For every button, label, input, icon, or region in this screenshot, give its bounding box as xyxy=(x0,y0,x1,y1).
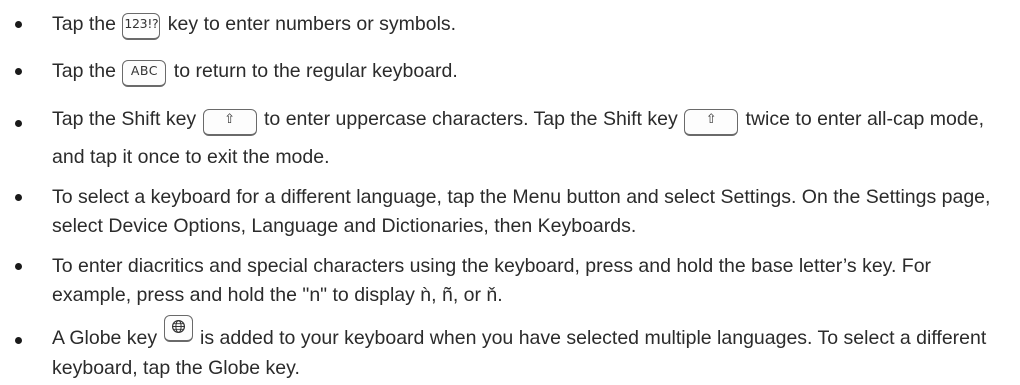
list-item-language-keyboard: To select a keyboard for a different lan… xyxy=(0,183,1002,241)
globe-icon-glyph xyxy=(171,319,185,334)
list-item-globe-key: A Globe key is added to your keyboard wh… xyxy=(0,315,1002,383)
list-item-text: To select a keyboard for a different lan… xyxy=(52,186,991,237)
numbers-symbols-key-icon: 123!? xyxy=(122,13,161,40)
globe-icon xyxy=(163,315,193,342)
shift-key-icon: ⇧ xyxy=(202,109,257,136)
list-item-text: Tap the xyxy=(52,13,122,35)
document-page: Tap the 123!? key to enter numbers or sy… xyxy=(0,0,1020,385)
list-item-text: to return to the regular keyboard. xyxy=(168,60,458,82)
list-item-numbers-key: Tap the 123!? key to enter numbers or sy… xyxy=(0,10,1002,46)
list-item-text: key to enter numbers or symbols. xyxy=(162,13,457,35)
list-item-text: Tap the Shift key xyxy=(52,108,202,130)
list-item-text: A Globe key xyxy=(52,327,163,349)
list-item-text: Tap the xyxy=(52,60,122,82)
instruction-list: Tap the 123!? key to enter numbers or sy… xyxy=(0,10,1020,383)
list-item-diacritics: To enter diacritics and special characte… xyxy=(0,252,1002,310)
abc-key-icon: ABC xyxy=(122,60,167,87)
list-item-abc-key: Tap the ABC to return to the regular key… xyxy=(0,57,1002,93)
list-item-text: to enter uppercase characters. Tap the S… xyxy=(258,108,684,130)
list-item-text: To enter diacritics and special characte… xyxy=(52,255,932,306)
list-item-shift-key: Tap the Shift key ⇧ to enter uppercase c… xyxy=(0,104,1002,172)
shift-key-icon: ⇧ xyxy=(684,109,739,136)
